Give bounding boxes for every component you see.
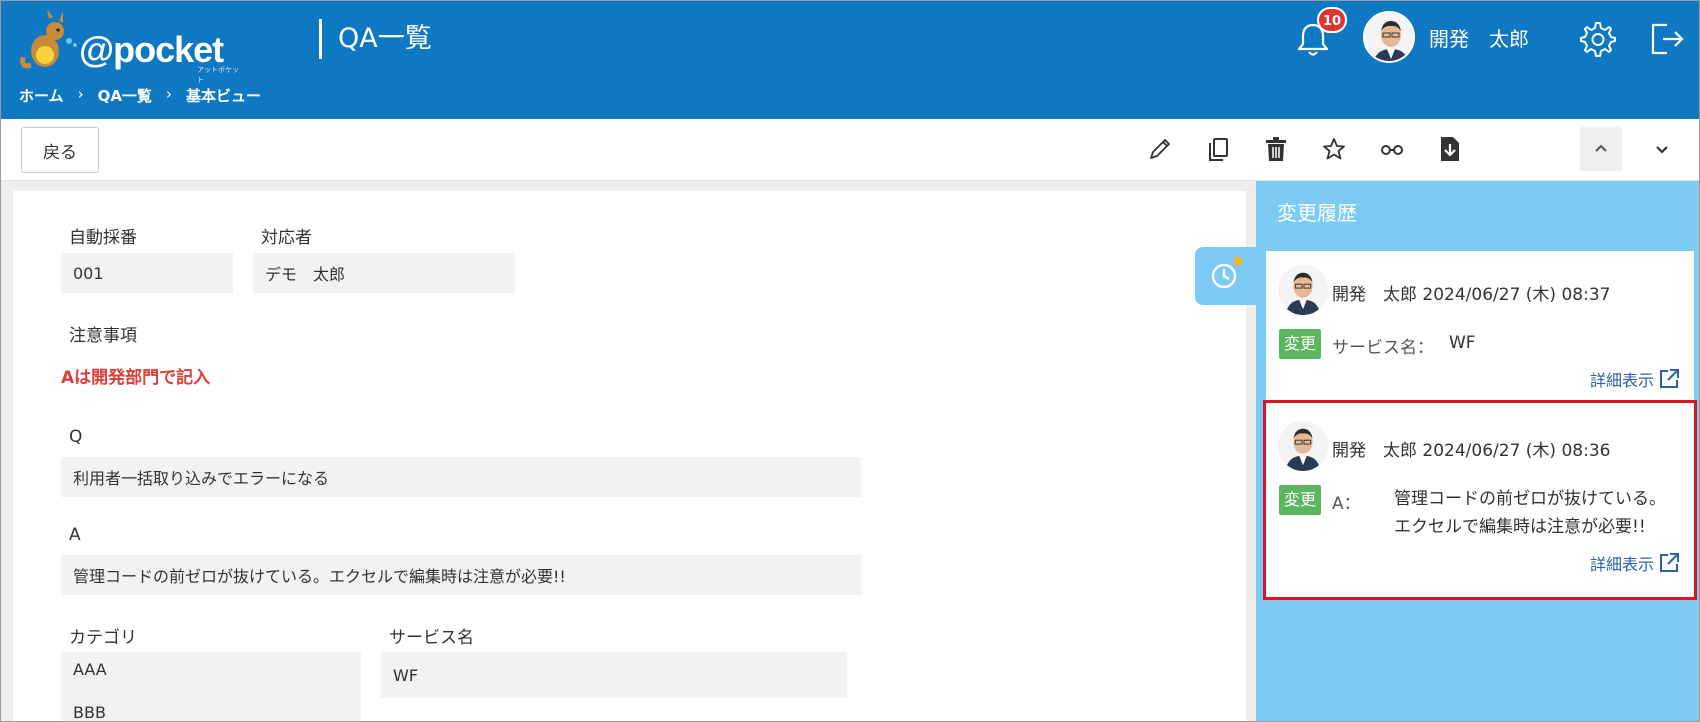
logo-subtext: アットポケット bbox=[197, 66, 239, 84]
pencil-icon bbox=[1150, 139, 1170, 159]
category-value-list: AAA BBB bbox=[61, 652, 361, 722]
page-title: QA一覧 bbox=[319, 19, 432, 59]
history-user-name: 開発 太郎 bbox=[1332, 285, 1417, 305]
breadcrumb-home[interactable]: ホーム bbox=[19, 85, 64, 106]
previous-record-button[interactable] bbox=[1580, 127, 1622, 171]
service-name-value: WF bbox=[381, 652, 847, 698]
export-button[interactable] bbox=[1429, 127, 1471, 171]
history-datetime: 2024/06/27 (木) 08:37 bbox=[1422, 285, 1611, 305]
history-datetime: 2024/06/27 (木) 08:36 bbox=[1422, 441, 1611, 461]
app-logo[interactable]: @pocket アットポケット bbox=[19, 7, 239, 84]
chevron-up-icon bbox=[1595, 144, 1607, 152]
assignee-label: 対応者 bbox=[261, 228, 312, 248]
notes-value: Aは開発部門で記入 bbox=[61, 368, 211, 388]
breadcrumb-basic-view: 基本ビュー bbox=[185, 87, 261, 105]
changed-field-name: A： bbox=[1332, 494, 1361, 514]
user-photo-icon bbox=[1278, 265, 1328, 315]
favorite-button[interactable] bbox=[1313, 127, 1355, 171]
user-photo-icon bbox=[1278, 421, 1328, 471]
category-value: BBB bbox=[73, 703, 106, 722]
changed-value-line: 管理コードの前ゼロが抜けている。 bbox=[1394, 489, 1666, 509]
auto-number-value: 001 bbox=[61, 253, 233, 293]
notes-label: 注意事項 bbox=[69, 326, 137, 346]
user-avatar[interactable] bbox=[1363, 11, 1415, 63]
breadcrumb-separator-icon: › bbox=[77, 85, 84, 103]
delete-button[interactable] bbox=[1255, 127, 1297, 171]
auto-number-label: 自動採番 bbox=[69, 228, 137, 248]
view-button[interactable] bbox=[1371, 127, 1413, 171]
glasses-icon bbox=[1381, 145, 1403, 155]
user-name[interactable]: 開発 太郎 bbox=[1429, 23, 1529, 52]
breadcrumb-separator-icon: › bbox=[165, 85, 172, 103]
history-entry: 開発 太郎 2024/06/27 (木) 08:37 変更 サービス名： WF … bbox=[1266, 251, 1694, 401]
copy-button[interactable] bbox=[1197, 127, 1239, 171]
clock-icon bbox=[1211, 256, 1243, 289]
history-user-name: 開発 太郎 bbox=[1332, 441, 1417, 461]
change-badge: 変更 bbox=[1279, 329, 1321, 359]
assignee-value: デモ 太郎 bbox=[253, 253, 515, 293]
history-entry-highlighted: 開発 太郎 2024/06/27 (木) 08:36 変更 A： 管理コードの前… bbox=[1263, 400, 1697, 600]
external-link-icon bbox=[1660, 553, 1679, 572]
question-value: 利用者一括取り込みでエラーになる bbox=[61, 457, 861, 497]
breadcrumb: ホーム › QA一覧 › 基本ビュー bbox=[19, 85, 261, 106]
history-meta: 開発 太郎 2024/06/27 (木) 08:36 bbox=[1332, 436, 1610, 461]
chevron-down-icon bbox=[1656, 146, 1668, 154]
changed-field-value: WF bbox=[1449, 333, 1476, 353]
kangaroo-logo-icon bbox=[20, 9, 77, 69]
show-details-label: 詳細表示 bbox=[1589, 555, 1654, 574]
notification-count-badge[interactable]: 10 bbox=[1317, 7, 1347, 33]
show-details-link[interactable]: 詳細表示 bbox=[1590, 367, 1680, 391]
changed-field-value: 管理コードの前ゼロが抜けている。 エクセルで編集時は注意が必要!! bbox=[1394, 485, 1666, 541]
changed-value-line: エクセルで編集時は注意が必要!! bbox=[1394, 517, 1646, 537]
back-button[interactable]: 戻る bbox=[21, 127, 99, 173]
question-label: Q bbox=[69, 427, 83, 447]
history-toggle-tab[interactable] bbox=[1195, 247, 1259, 305]
record-toolbar: 戻る bbox=[1, 119, 1699, 181]
app-header: @pocket アットポケット QA一覧 ホーム › QA一覧 › 基本ビュー … bbox=[1, 1, 1699, 119]
history-meta: 開発 太郎 2024/06/27 (木) 08:37 bbox=[1332, 280, 1610, 305]
breadcrumb-qa-list[interactable]: QA一覧 bbox=[98, 85, 152, 106]
change-badge: 変更 bbox=[1279, 485, 1321, 515]
logout-icon[interactable] bbox=[1649, 19, 1685, 59]
answer-value: 管理コードの前ゼロが抜けている。エクセルで編集時は注意が必要!! bbox=[61, 555, 861, 595]
gear-icon[interactable] bbox=[1577, 19, 1617, 59]
service-name-label: サービス名 bbox=[389, 628, 474, 648]
download-file-icon bbox=[1441, 137, 1459, 161]
external-link-icon bbox=[1660, 369, 1679, 388]
changed-field-name: サービス名： bbox=[1332, 338, 1434, 358]
edit-button[interactable] bbox=[1139, 127, 1181, 171]
trash-icon bbox=[1266, 137, 1286, 161]
show-details-link[interactable]: 詳細表示 bbox=[1590, 551, 1680, 575]
app-window: @pocket アットポケット QA一覧 ホーム › QA一覧 › 基本ビュー … bbox=[0, 0, 1700, 722]
star-icon bbox=[1323, 138, 1345, 160]
history-user-avatar bbox=[1278, 265, 1328, 315]
answer-label: A bbox=[69, 525, 81, 545]
category-value: AAA bbox=[73, 660, 107, 679]
category-label: カテゴリ bbox=[69, 628, 137, 648]
history-user-avatar bbox=[1278, 421, 1328, 471]
show-details-label: 詳細表示 bbox=[1589, 371, 1654, 390]
user-photo-icon bbox=[1365, 13, 1413, 61]
history-title: 変更履歴 bbox=[1277, 201, 1357, 225]
copy-icon bbox=[1209, 138, 1228, 161]
next-record-button[interactable] bbox=[1641, 127, 1683, 171]
